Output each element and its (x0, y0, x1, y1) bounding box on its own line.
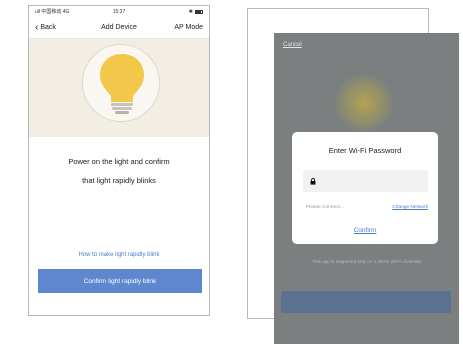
navigation-bar: ‹ Back Add Device AP Mode (29, 17, 209, 39)
lock-icon (310, 177, 316, 185)
wifi-support-note: This app is supported only on 2.4GHz Wi-… (312, 259, 421, 264)
light-bulb-icon (100, 54, 144, 114)
status-icons: ✱ (147, 9, 203, 15)
back-label: Back (40, 24, 56, 31)
instruction-text-line2: that light rapidly blinks (82, 176, 156, 185)
dimmed-bulb-illustration (334, 73, 394, 133)
change-network-link[interactable]: Change Network (392, 205, 428, 210)
hero-illustration (29, 39, 209, 137)
add-device-screen: ull 中国移动 4G 15:37 ✱ ‹ Back Add Device AP… (28, 5, 210, 316)
wifi-password-input[interactable] (303, 170, 428, 192)
bulb-circle (82, 44, 160, 122)
dimmed-next-button (281, 291, 451, 313)
cancel-link[interactable]: Cancel (283, 42, 302, 48)
instruction-text-line1: Power on the light and confirm (68, 157, 170, 166)
network-row: Please Connect... Change Network (306, 205, 428, 210)
bluetooth-icon: ✱ (188, 8, 193, 15)
ap-mode-button[interactable]: AP Mode (174, 24, 203, 31)
wifi-password-screen: Cancel This app is supported only on 2.4… (274, 33, 459, 344)
connection-status-text: Please Connect... (306, 205, 344, 210)
dialog-title: Enter Wi-Fi Password (328, 146, 402, 155)
status-bar: ull 中国移动 4G 15:37 ✱ (29, 6, 209, 17)
carrier-text: ull 中国移动 4G (35, 9, 70, 15)
confirm-blink-button[interactable]: Confirm light rapidly blink (38, 269, 202, 293)
clock-text: 15:37 (112, 8, 126, 15)
chevron-left-icon: ‹ (35, 21, 39, 33)
blink-help-link[interactable]: How to make light rapidly blink (29, 252, 209, 258)
dialog-confirm-button[interactable]: Confirm (292, 227, 438, 234)
back-button[interactable]: ‹ Back (35, 21, 56, 33)
wifi-password-dialog: Enter Wi-Fi Password Please Connect... C… (292, 132, 438, 244)
battery-icon (195, 9, 203, 14)
